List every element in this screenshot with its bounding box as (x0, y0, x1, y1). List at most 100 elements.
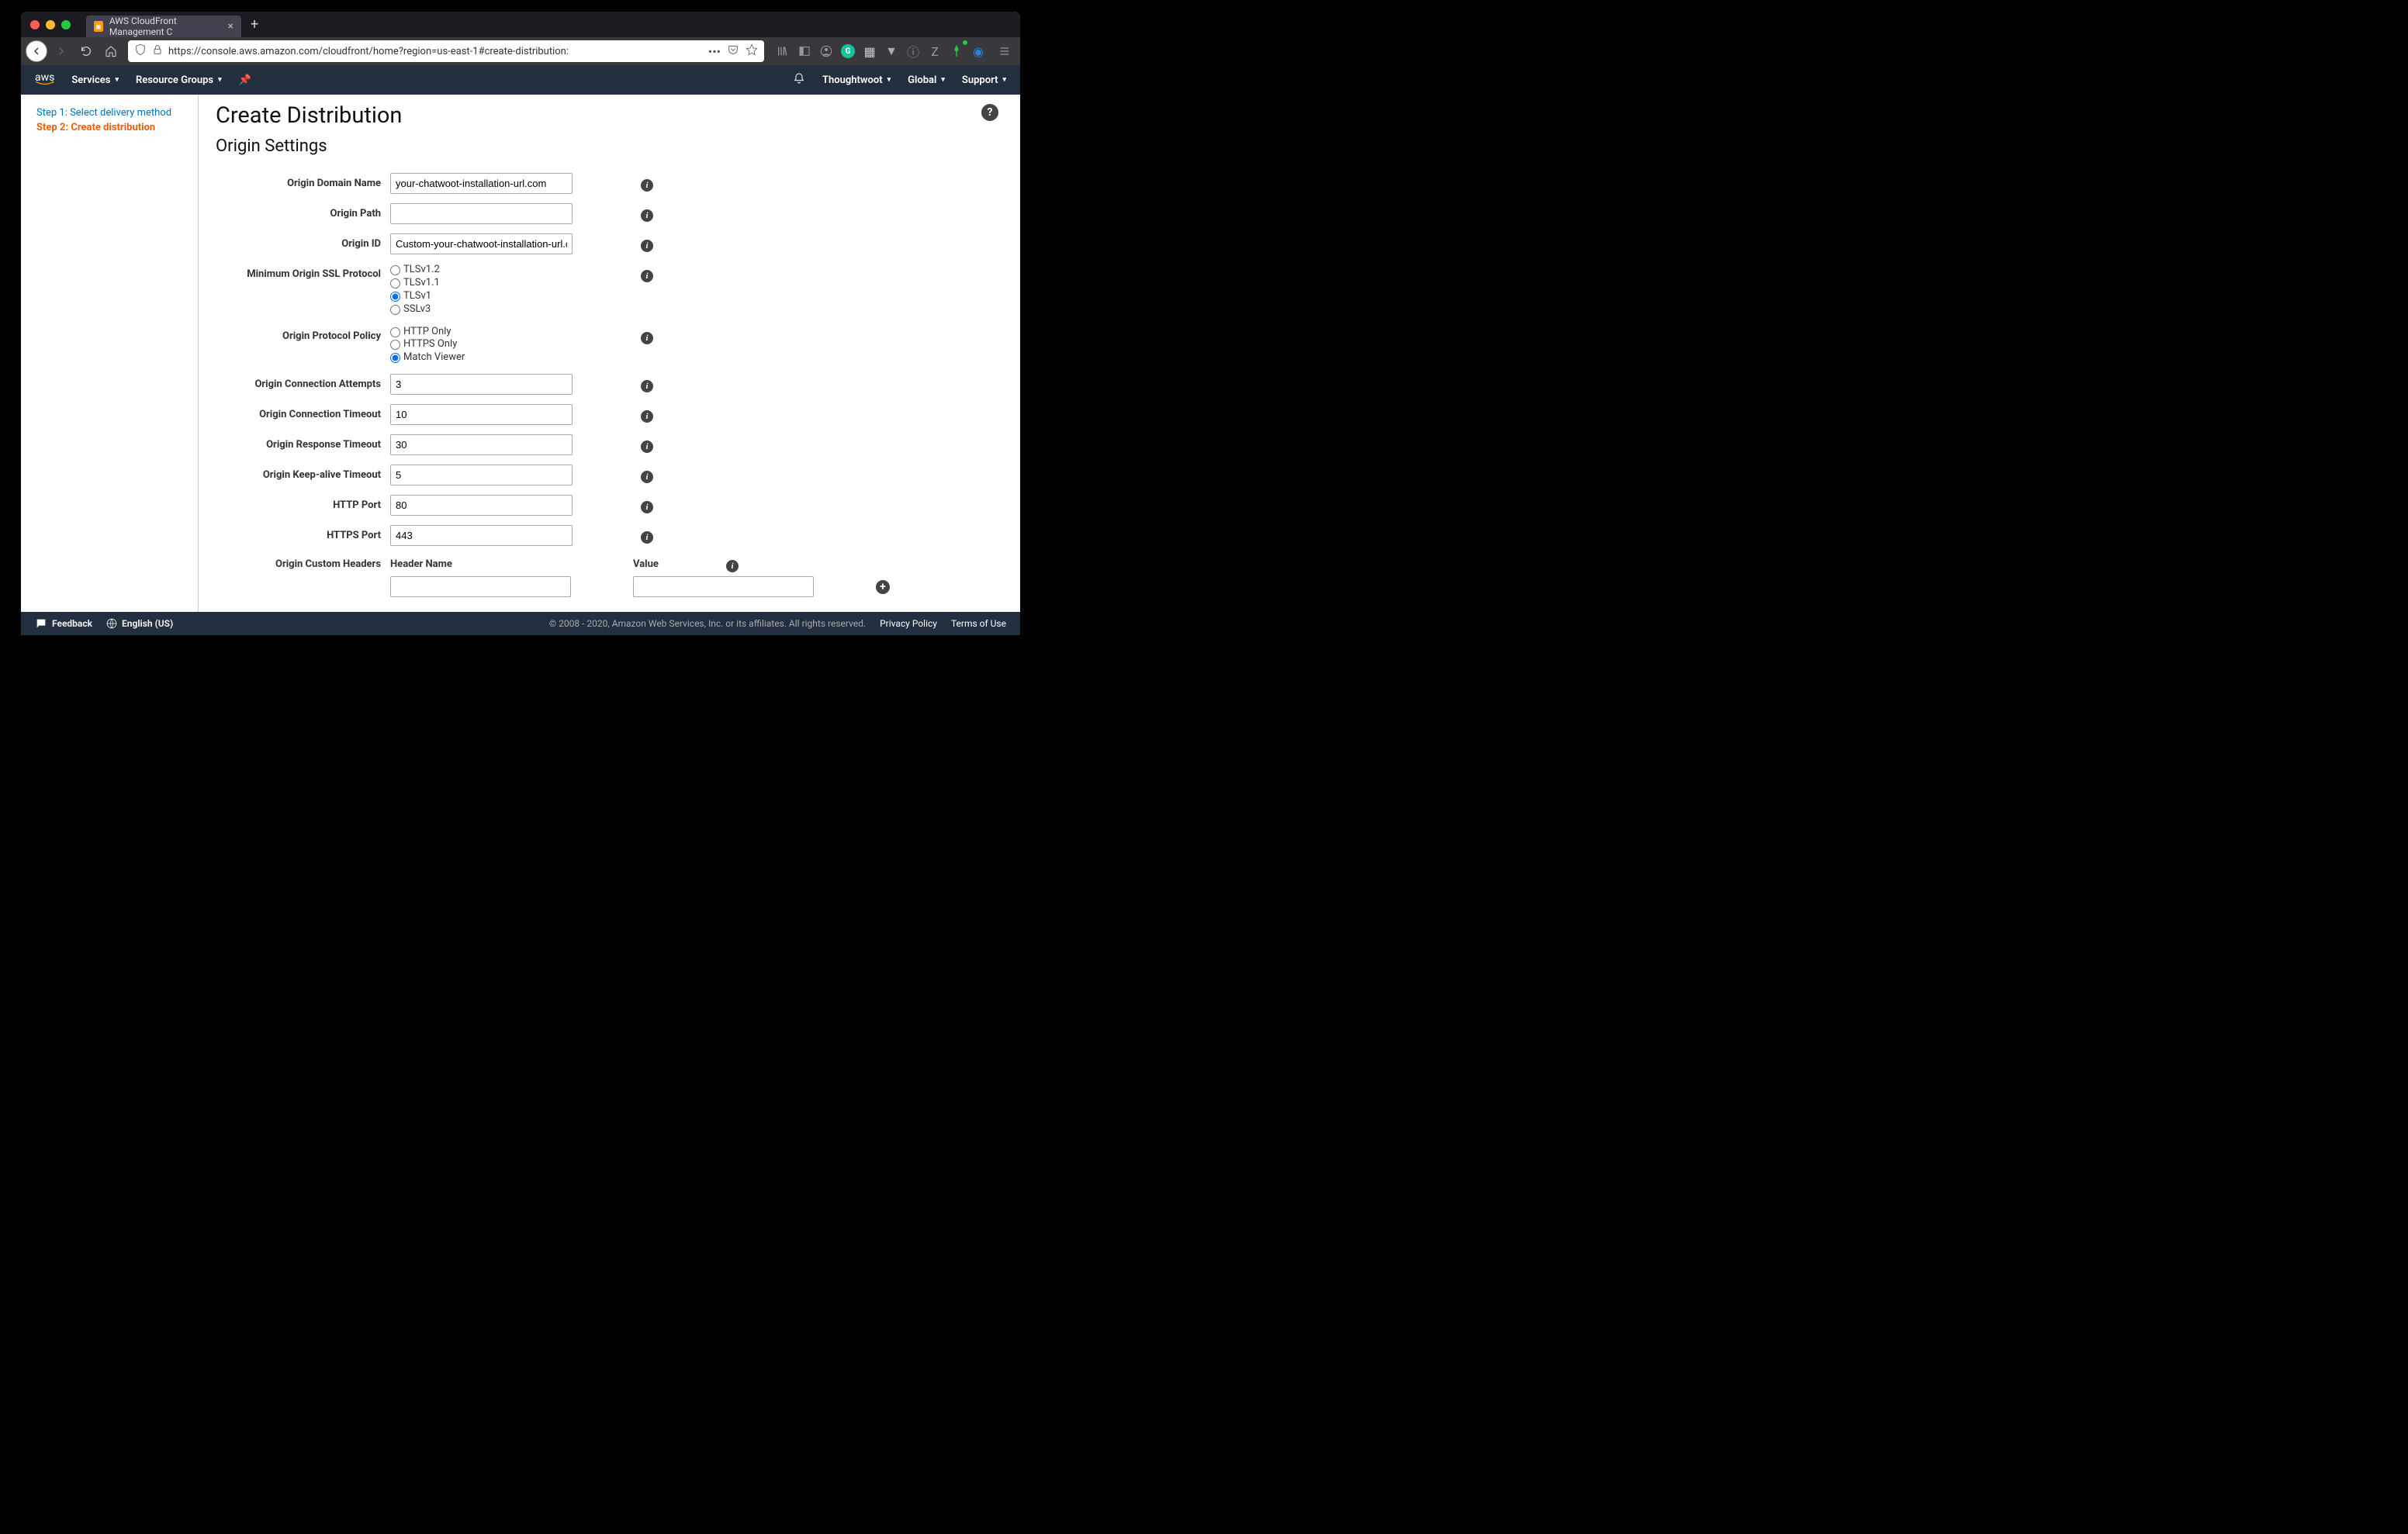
info-icon[interactable]: i (641, 501, 653, 513)
ext-icon-z[interactable]: Z (925, 42, 944, 60)
add-header-button[interactable]: + (876, 580, 890, 594)
feedback-icon[interactable]: Feedback (35, 617, 92, 630)
page-title: Create Distribution (216, 102, 998, 129)
origin-domain-name-input[interactable] (390, 173, 573, 194)
http-port-input[interactable] (390, 495, 573, 516)
info-icon[interactable]: i (641, 179, 653, 192)
sidebar-step-2[interactable]: Step 2: Create distribution (36, 120, 182, 135)
info-icon[interactable]: i (641, 531, 653, 544)
origin-path-input[interactable] (390, 203, 573, 224)
sidebar-step-1[interactable]: Step 1: Select delivery method (36, 105, 182, 120)
star-icon[interactable] (746, 43, 758, 59)
region-menu[interactable]: Global▾ (908, 74, 945, 86)
library-icon[interactable] (773, 42, 792, 60)
forward-button[interactable] (50, 40, 72, 62)
reload-button[interactable] (75, 40, 97, 62)
radio-sslv3[interactable]: SSLv3 (390, 303, 573, 316)
label-protocol-policy: Origin Protocol Policy (216, 326, 390, 342)
info-icon[interactable]: i (641, 471, 653, 483)
info-icon[interactable]: i (641, 332, 653, 344)
browser-toolbar: https://console.aws.amazon.com/cloudfron… (21, 37, 1020, 65)
ext-icon-2[interactable]: ▼ (882, 42, 901, 60)
info-icon[interactable]: i (641, 270, 653, 282)
pin-icon[interactable]: 📌 (239, 74, 251, 86)
lock-icon (151, 43, 164, 59)
ext-icon-o[interactable]: ◉ (969, 42, 988, 60)
new-tab-button[interactable]: + (241, 16, 268, 33)
radio-tlsv12[interactable]: TLSv1.2 (390, 264, 573, 277)
close-tab-icon[interactable]: × (228, 20, 234, 33)
browser-tab-bar: AWS CloudFront Management C × + (21, 12, 1020, 37)
privacy-link[interactable]: Privacy Policy (880, 618, 937, 629)
keepalive-timeout-input[interactable] (390, 465, 573, 485)
connection-attempts-input[interactable] (390, 374, 573, 395)
window-minimize-button[interactable] (46, 20, 55, 29)
value-column-label: Value (633, 555, 726, 576)
label-connection-attempts: Origin Connection Attempts (216, 374, 390, 390)
label-https-port: HTTPS Port (216, 525, 390, 541)
hamburger-menu-icon[interactable] (994, 40, 1015, 62)
url-text: https://console.aws.amazon.com/cloudfron… (168, 46, 704, 57)
radio-http-only[interactable]: HTTP Only (390, 326, 573, 339)
ext-icon-pin[interactable] (947, 42, 966, 60)
radio-match-viewer[interactable]: Match Viewer (390, 351, 573, 364)
tab-title: AWS CloudFront Management C (109, 16, 222, 37)
custom-header-value-input[interactable] (633, 576, 814, 597)
support-menu[interactable]: Support▾ (962, 74, 1006, 86)
https-port-input[interactable] (390, 525, 573, 546)
ext-icon-1[interactable]: ▦ (860, 42, 879, 60)
grammarly-icon[interactable]: G (839, 42, 857, 60)
header-name-column-label: Header Name (390, 555, 633, 576)
browser-tab[interactable]: AWS CloudFront Management C × (86, 16, 241, 37)
account-menu[interactable]: Thoughtwoot▾ (822, 74, 891, 86)
terms-link[interactable]: Terms of Use (951, 618, 1006, 629)
pocket-icon[interactable] (727, 43, 739, 59)
sidebar-icon[interactable] (795, 42, 814, 60)
label-custom-headers: Origin Custom Headers (216, 555, 390, 570)
info-icon[interactable]: i (641, 380, 653, 392)
radio-tlsv11[interactable]: TLSv1.1 (390, 277, 573, 290)
label-http-port: HTTP Port (216, 495, 390, 511)
window-close-button[interactable] (30, 20, 40, 29)
shield-icon (134, 43, 147, 59)
label-ssl-protocol: Minimum Origin SSL Protocol (216, 264, 390, 280)
main-content: ? Create Distribution Origin Settings Or… (199, 95, 1020, 612)
ssl-protocol-radios: TLSv1.2 TLSv1.1 TLSv1 SSLv3 (390, 264, 573, 316)
more-icon[interactable]: ••• (708, 44, 721, 59)
ext-icon-info[interactable]: ⓘ (904, 42, 922, 60)
radio-tlsv1[interactable]: TLSv1 (390, 290, 573, 303)
wizard-sidebar: Step 1: Select delivery method Step 2: C… (21, 95, 199, 612)
window-controls (30, 20, 86, 29)
response-timeout-input[interactable] (390, 434, 573, 455)
resource-groups-menu[interactable]: Resource Groups▾ (136, 74, 222, 86)
info-icon[interactable]: i (641, 410, 653, 423)
language-selector[interactable]: English (US) (106, 618, 173, 629)
favicon-icon (94, 21, 103, 32)
info-icon[interactable]: i (641, 209, 653, 222)
url-bar[interactable]: https://console.aws.amazon.com/cloudfron… (128, 40, 764, 62)
account-icon[interactable] (817, 42, 836, 60)
label-origin-domain-name: Origin Domain Name (216, 173, 390, 189)
custom-header-name-input[interactable] (390, 576, 571, 597)
info-icon[interactable]: i (726, 560, 739, 572)
copyright-text: © 2008 - 2020, Amazon Web Services, Inc.… (549, 618, 866, 629)
aws-logo[interactable]: aws (35, 74, 54, 86)
home-button[interactable] (100, 40, 122, 62)
info-icon[interactable]: i (641, 240, 653, 252)
section-title: Origin Settings (216, 136, 998, 156)
aws-footer: Feedback English (US) © 2008 - 2020, Ama… (21, 612, 1020, 635)
radio-https-only[interactable]: HTTPS Only (390, 338, 573, 351)
window-zoom-button[interactable] (61, 20, 71, 29)
connection-timeout-input[interactable] (390, 404, 573, 425)
help-icon[interactable]: ? (981, 104, 998, 121)
info-icon[interactable]: i (641, 441, 653, 453)
protocol-policy-radios: HTTP Only HTTPS Only Match Viewer (390, 326, 573, 365)
label-keepalive-timeout: Origin Keep-alive Timeout (216, 465, 390, 481)
aws-header: aws Services▾ Resource Groups▾ 📌 Thought… (21, 65, 1020, 95)
label-connection-timeout: Origin Connection Timeout (216, 404, 390, 420)
label-response-timeout: Origin Response Timeout (216, 434, 390, 451)
back-button[interactable] (26, 40, 47, 62)
origin-id-input[interactable] (390, 233, 573, 254)
notifications-icon[interactable] (793, 72, 805, 88)
services-menu[interactable]: Services▾ (71, 74, 119, 86)
